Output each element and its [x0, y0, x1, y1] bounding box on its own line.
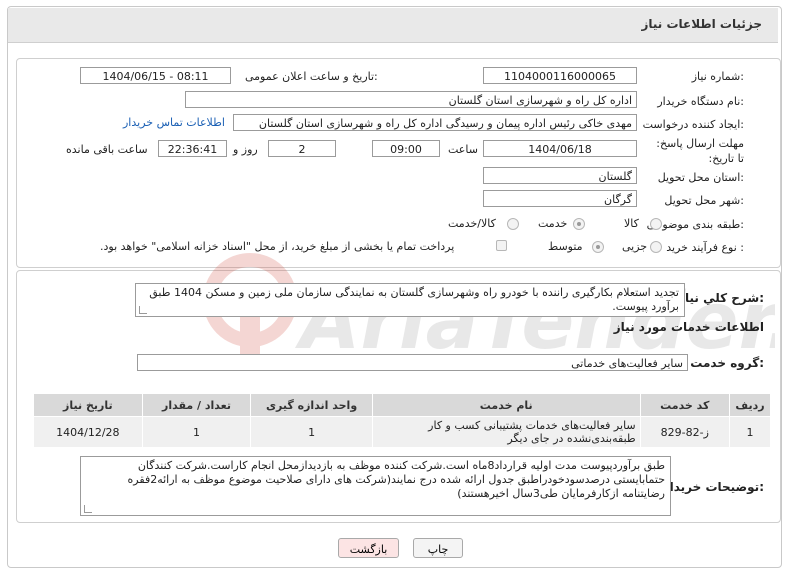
- delivery-city-field[interactable]: گرگان: [483, 190, 637, 207]
- cell-unit: 1: [250, 416, 373, 448]
- col-header-qty: تعداد / مقدار: [141, 393, 252, 417]
- purchase-type-label: نوع فرآیند خرید :: [666, 241, 744, 254]
- announce-datetime-field[interactable]: 1404/06/15 - 08:11: [80, 67, 231, 84]
- buyer-contact-link[interactable]: اطلاعات تماس خریدار: [123, 116, 225, 129]
- need-number-label: شماره نیاز:: [691, 70, 744, 83]
- col-header-unit: واحد اندازه گیری: [250, 393, 373, 417]
- delivery-city-label: شهر محل تحویل:: [664, 194, 744, 207]
- col-header-code: کد خدمت: [639, 393, 730, 417]
- days-field[interactable]: 2: [268, 140, 336, 157]
- buyer-notes-textarea[interactable]: طبق برآوردپیوست مدت اولیه قرارداد8ماه اس…: [80, 456, 671, 516]
- delivery-province-label: استان محل تحویل:: [657, 171, 744, 184]
- service-group-field[interactable]: سایر فعالیت‌های خدماتی: [137, 354, 688, 371]
- services-table-header: ردیف کد خدمت نام خدمت واحد اندازه گیری ت…: [33, 393, 772, 417]
- cell-need-date: 1404/12/28: [33, 416, 143, 448]
- category-option-service: خدمت: [538, 217, 568, 230]
- col-header-row: ردیف: [728, 393, 772, 417]
- services-info-title: اطلاعات خدمات مورد نیاز: [613, 320, 764, 334]
- need-number-field[interactable]: 1104000116000065: [483, 67, 637, 84]
- service-group-label: گروه خدمت:: [690, 356, 764, 370]
- treasury-payment-checkbox[interactable]: [496, 240, 507, 251]
- category-radio-goods[interactable]: [650, 218, 662, 230]
- cell-service-code: ز-82-829: [639, 416, 730, 448]
- category-radio-service[interactable]: [573, 218, 585, 230]
- purchase-radio-medium[interactable]: [592, 241, 604, 253]
- announce-datetime-label: تاریخ و ساعت اعلان عمومی:: [245, 70, 378, 83]
- delivery-province-field[interactable]: گلستان: [483, 167, 637, 184]
- purchase-radio-minor[interactable]: [650, 241, 662, 253]
- col-header-name: نام خدمت: [371, 393, 641, 417]
- purchase-option-medium: متوسط: [548, 240, 583, 253]
- table-row: 1 ز-82-829 سایر فعالیت‌های خدمات پشتیبان…: [33, 416, 772, 448]
- requester-field[interactable]: مهدی خاکی رئیس اداره پیمان و رسیدگی ادار…: [233, 114, 637, 131]
- remaining-time-field[interactable]: 22:36:41: [158, 140, 227, 157]
- page-title: جزئیات اطلاعات نیاز: [641, 17, 762, 31]
- general-desc-text: تجدید استعلام بکارگیری راننده با خودرو ر…: [149, 286, 679, 313]
- col-header-date: تاریخ نیاز: [33, 393, 143, 417]
- buyer-org-label: نام دستگاه خریدار:: [657, 95, 744, 108]
- general-desc-label: شرح کلي نياز:: [678, 291, 764, 305]
- back-button[interactable]: بازگشت: [338, 538, 399, 558]
- days-label: روز و: [233, 143, 258, 156]
- print-button[interactable]: چاپ: [413, 538, 463, 558]
- deadline-label: مهلت ارسال پاسخ: تا تاریخ:: [656, 137, 744, 165]
- cell-service-name: سایر فعالیت‌های خدمات پشتیبانی کسب و کار…: [371, 416, 641, 448]
- category-option-goods: کالا: [624, 217, 639, 230]
- page-header: جزئیات اطلاعات نیاز: [8, 8, 778, 43]
- buyer-notes-text: طبق برآوردپیوست مدت اولیه قرارداد8ماه اس…: [127, 459, 665, 500]
- purchase-option-minor: جزیی: [622, 240, 648, 253]
- category-radio-goods-service[interactable]: [507, 218, 519, 230]
- services-table: ردیف کد خدمت نام خدمت واحد اندازه گیری ت…: [33, 393, 772, 448]
- buyer-org-field[interactable]: اداره کل راه و شهرسازی استان گلستان: [185, 91, 637, 108]
- cell-quantity: 1: [141, 416, 252, 448]
- cell-row-number: 1: [728, 416, 772, 448]
- deadline-time-label: ساعت: [448, 143, 478, 156]
- deadline-date-field[interactable]: 1404/06/18: [483, 140, 637, 157]
- remaining-label: ساعت باقی مانده: [66, 143, 148, 156]
- treasury-payment-note: پرداخت تمام یا بخشی از مبلغ خرید، از محل…: [100, 240, 455, 253]
- resize-grip-icon[interactable]: [84, 505, 92, 513]
- category-option-goods-service: کالا/خدمت: [448, 217, 496, 230]
- deadline-time-field[interactable]: 09:00: [372, 140, 440, 157]
- buyer-notes-label: توضیحات خریدار:: [662, 480, 764, 494]
- requester-label: ایجاد کننده درخواست:: [642, 118, 744, 131]
- resize-grip-icon[interactable]: [139, 306, 147, 314]
- general-desc-textarea[interactable]: تجدید استعلام بکارگیری راننده با خودرو ر…: [135, 283, 685, 317]
